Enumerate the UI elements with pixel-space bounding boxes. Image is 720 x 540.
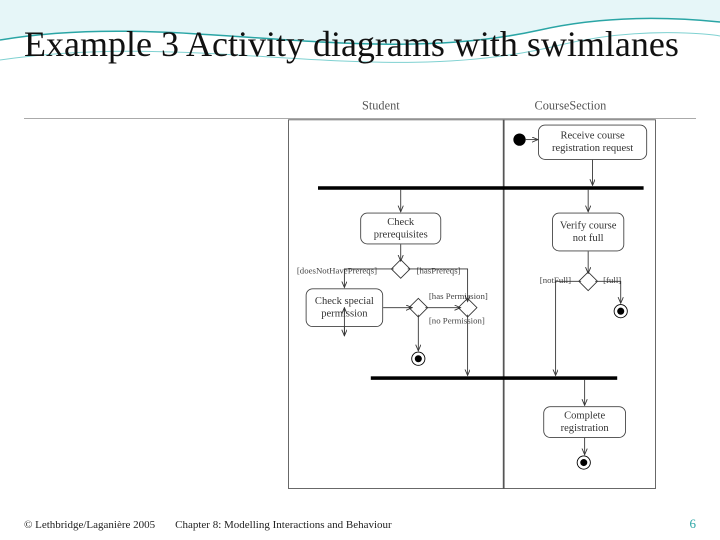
page-number: 6 bbox=[690, 516, 697, 532]
footer-chapter: Chapter 8: Modelling Interactions and Be… bbox=[175, 519, 392, 531]
slide-title: Example 3 Activity diagrams with swimlan… bbox=[24, 24, 696, 65]
footer: © Lethbridge/Laganière 2005 Chapter 8: M… bbox=[24, 516, 696, 532]
slide: Example 3 Activity diagrams with swimlan… bbox=[0, 0, 720, 540]
footer-copyright: © Lethbridge/Laganière 2005 bbox=[24, 519, 155, 531]
activity-diagram: Student CourseSection Receive course reg… bbox=[230, 100, 644, 452]
diagram-edges bbox=[230, 100, 670, 496]
